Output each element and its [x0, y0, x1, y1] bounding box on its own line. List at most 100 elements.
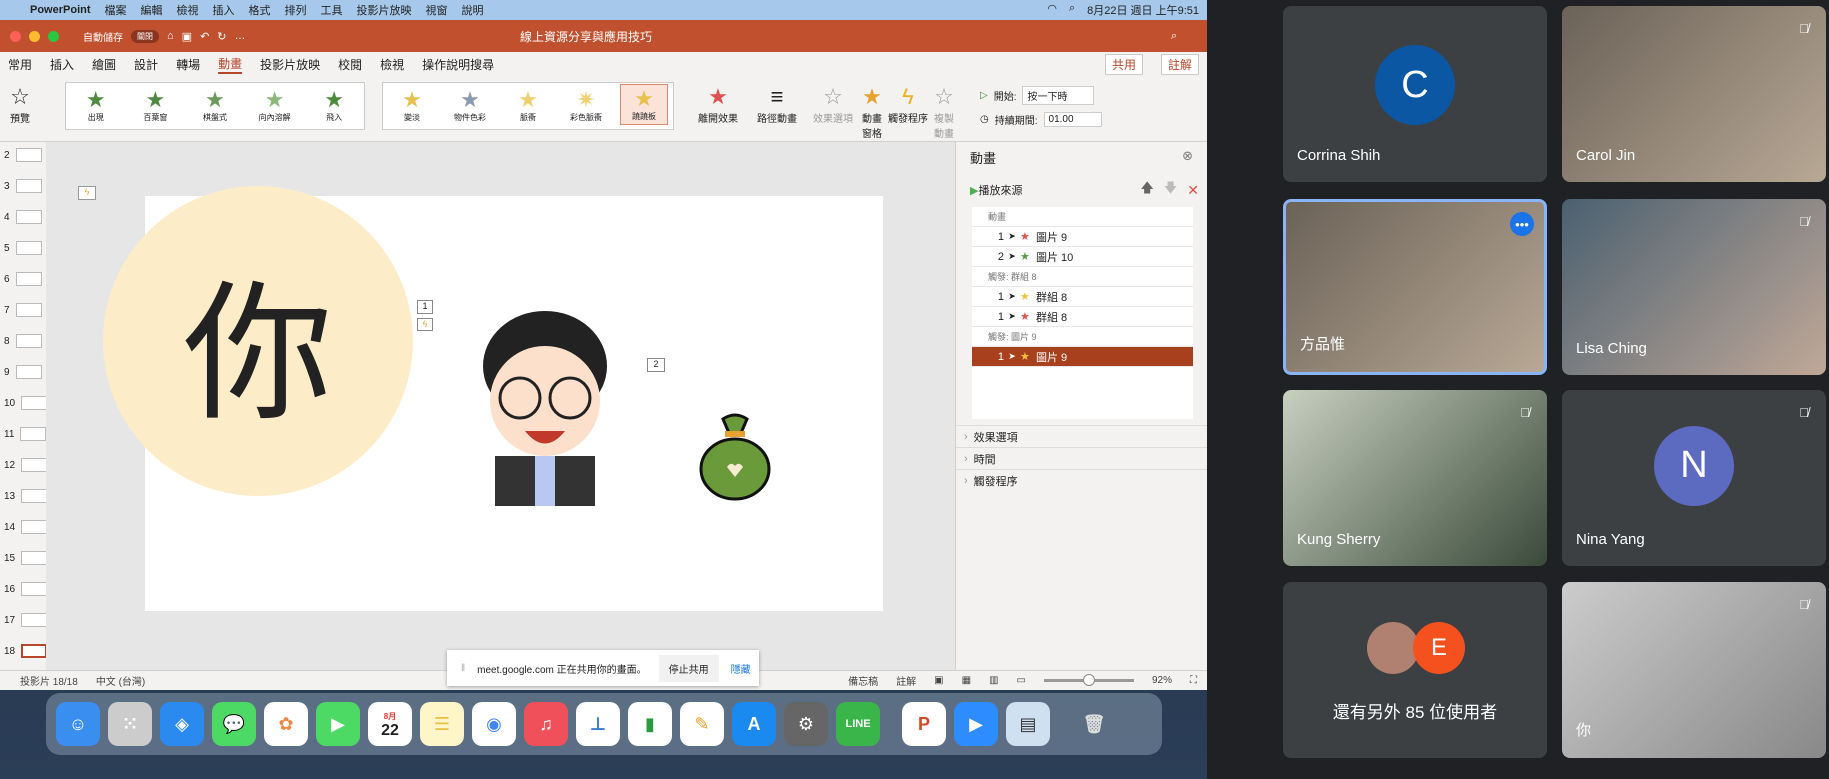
language[interactable]: 中文 (台灣)	[96, 673, 145, 688]
slide-thumbnail[interactable]: 9	[4, 365, 42, 379]
powerpoint-icon[interactable]: P	[902, 702, 946, 746]
facetime-icon[interactable]: ▶	[316, 702, 360, 746]
delete-icon[interactable]: ✕	[1187, 182, 1199, 199]
tell-me-search[interactable]: 操作說明搜尋	[422, 56, 494, 73]
participant-tile[interactable]: 🎙̸ N Nina Yang	[1562, 390, 1826, 566]
autosave-toggle[interactable]: 關閉	[131, 29, 159, 43]
app-store-icon[interactable]: A	[732, 702, 776, 746]
trash-icon[interactable]: 🗑	[1072, 702, 1116, 746]
effect-teeter[interactable]: ★ 蹺蹺板	[620, 84, 668, 125]
more-options-icon[interactable]: •••	[1510, 212, 1534, 236]
slide-thumbnail[interactable]: 18	[4, 644, 48, 658]
slide-thumbnail[interactable]: 5	[4, 241, 42, 255]
participant-tile[interactable]: 🎙̸ Kung Sherry	[1283, 390, 1547, 566]
animation-tag[interactable]: 1	[417, 300, 433, 314]
safari-icon[interactable]: ◈	[160, 702, 204, 746]
tab-insert[interactable]: 插入	[50, 56, 74, 73]
slideshow-icon[interactable]: ▭	[1017, 675, 1026, 686]
section-effect-options[interactable]: › 效果選項	[956, 425, 1207, 447]
slide-thumbnail[interactable]: 14	[4, 520, 48, 534]
move-up-icon[interactable]: 🡅	[1141, 179, 1154, 201]
music-icon[interactable]: ♫	[524, 702, 568, 746]
slide-thumbnail[interactable]: 6	[4, 272, 42, 286]
notes-button[interactable]: 備忘稿	[848, 673, 878, 688]
effect-blinds[interactable]: ★ 百葉窗	[131, 86, 179, 125]
preview-icon[interactable]: ▤	[1006, 702, 1050, 746]
comments-button[interactable]: 註解	[1160, 53, 1199, 75]
participant-tile[interactable]: C Corrina Shih	[1283, 6, 1547, 182]
slide-thumbnail[interactable]: 17	[4, 613, 48, 627]
tab-view[interactable]: 檢視	[380, 56, 404, 73]
effect-dissolve-in[interactable]: ★ 向內溶解	[251, 86, 299, 125]
share-button[interactable]: 共用	[1104, 53, 1143, 75]
trigger-marker-icon[interactable]: ϟ	[78, 186, 96, 200]
more-participants-tile[interactable]: E 還有另外 85 位使用者	[1283, 582, 1547, 758]
chrome-icon[interactable]: ◉	[472, 702, 516, 746]
menu-slideshow[interactable]: 投影片放映	[357, 2, 412, 18]
effect-fly-in[interactable]: ★ 飛入	[310, 86, 358, 125]
line-icon[interactable]: LINE	[836, 702, 880, 746]
stop-sharing-button[interactable]: 停止共用	[658, 654, 719, 682]
participant-tile[interactable]: 🎙̸ Lisa Ching	[1562, 199, 1826, 375]
minimize-button[interactable]	[29, 30, 40, 42]
more-icon[interactable]: …	[235, 30, 246, 42]
redo-icon[interactable]: ↻	[217, 30, 226, 43]
save-icon[interactable]: ▣	[182, 30, 192, 43]
document-title[interactable]: 線上資源分享與應用技巧	[520, 28, 652, 45]
hide-button[interactable]: 隱藏	[731, 661, 751, 676]
cartoon-girl-image[interactable]	[465, 306, 625, 506]
zoom-level[interactable]: 92%	[1152, 675, 1172, 686]
slide-thumbnail[interactable]: 8	[4, 334, 42, 348]
effect-pulse[interactable]: ★ 脈衝	[504, 86, 552, 125]
undo-icon[interactable]: ↶	[200, 30, 209, 43]
animation-item[interactable]: 1 ➤ ★ 群組 8	[972, 287, 1193, 307]
reading-view-icon[interactable]: ▥	[989, 675, 998, 686]
animation-item[interactable]: 1 ➤ ★ 圖片 9	[972, 347, 1193, 367]
tab-animations[interactable]: 動畫	[218, 55, 243, 74]
finder-icon[interactable]: ☺	[56, 702, 100, 746]
slide-thumbnail[interactable]: 16	[4, 582, 48, 596]
slide-thumbnail[interactable]: 11	[4, 427, 47, 441]
slide-thumbnail[interactable]: 4	[4, 210, 42, 224]
menu-tools[interactable]: 工具	[321, 2, 343, 18]
tab-slideshow[interactable]: 投影片放映	[260, 56, 320, 73]
effect-appear[interactable]: ★ 出現	[72, 86, 120, 125]
slide-thumbnail[interactable]: 15	[4, 551, 48, 565]
launchpad-icon[interactable]: ⁙	[108, 702, 152, 746]
search-icon[interactable]: ⌕	[1171, 30, 1177, 43]
menu-insert[interactable]: 插入	[213, 2, 235, 18]
exit-effects-button[interactable]: ★ 離開效果	[698, 84, 738, 125]
tab-draw[interactable]: 繪圖	[92, 56, 116, 73]
slide-thumbnail[interactable]: 10	[4, 396, 48, 410]
menu-format[interactable]: 格式	[249, 2, 271, 18]
zoom-slider-knob[interactable]	[1082, 674, 1095, 686]
effect-color-pulse[interactable]: ✷ 彩色脈衝	[562, 86, 610, 125]
slide-thumbnail[interactable]: 3	[4, 179, 42, 193]
menu-edit[interactable]: 編輯	[141, 2, 163, 18]
system-preferences-icon[interactable]: ⚙	[784, 702, 828, 746]
menu-help[interactable]: 說明	[462, 2, 484, 18]
menu-view[interactable]: 檢視	[177, 2, 199, 18]
effect-options-button[interactable]: ☆ 效果選項	[813, 84, 853, 125]
money-bag-image[interactable]	[695, 411, 775, 501]
character-circle[interactable]: 你	[103, 186, 413, 496]
zoom-icon[interactable]: ▶	[954, 702, 998, 746]
zoom-slider[interactable]	[1043, 674, 1134, 686]
tab-home[interactable]: 常用	[8, 56, 32, 73]
app-menu[interactable]: PowerPoint	[30, 4, 91, 16]
tab-design[interactable]: 設計	[134, 56, 158, 73]
close-window-button[interactable]	[10, 30, 21, 42]
participant-tile[interactable]: 🎙̸ Carol Jin	[1562, 6, 1826, 182]
effect-fade[interactable]: ★ 變淡	[388, 86, 436, 125]
preview-button[interactable]: ☆ 預覽	[10, 84, 30, 125]
effect-object-color[interactable]: ★ 物件色彩	[446, 86, 494, 125]
play-icon[interactable]: ▶	[970, 184, 978, 197]
photos-icon[interactable]: ✿	[264, 702, 308, 746]
tab-transitions[interactable]: 轉場	[176, 56, 200, 73]
notes-icon[interactable]: ☰	[420, 702, 464, 746]
slide-thumbnail[interactable]: 7	[4, 303, 42, 317]
slide-thumbnail[interactable]: 13	[4, 489, 48, 503]
effect-checkerboard[interactable]: ★ 棋盤式	[191, 86, 239, 125]
duration-input[interactable]: 01.00	[1043, 112, 1102, 127]
motion-path-button[interactable]: ≡ 路徑動畫	[757, 84, 797, 125]
